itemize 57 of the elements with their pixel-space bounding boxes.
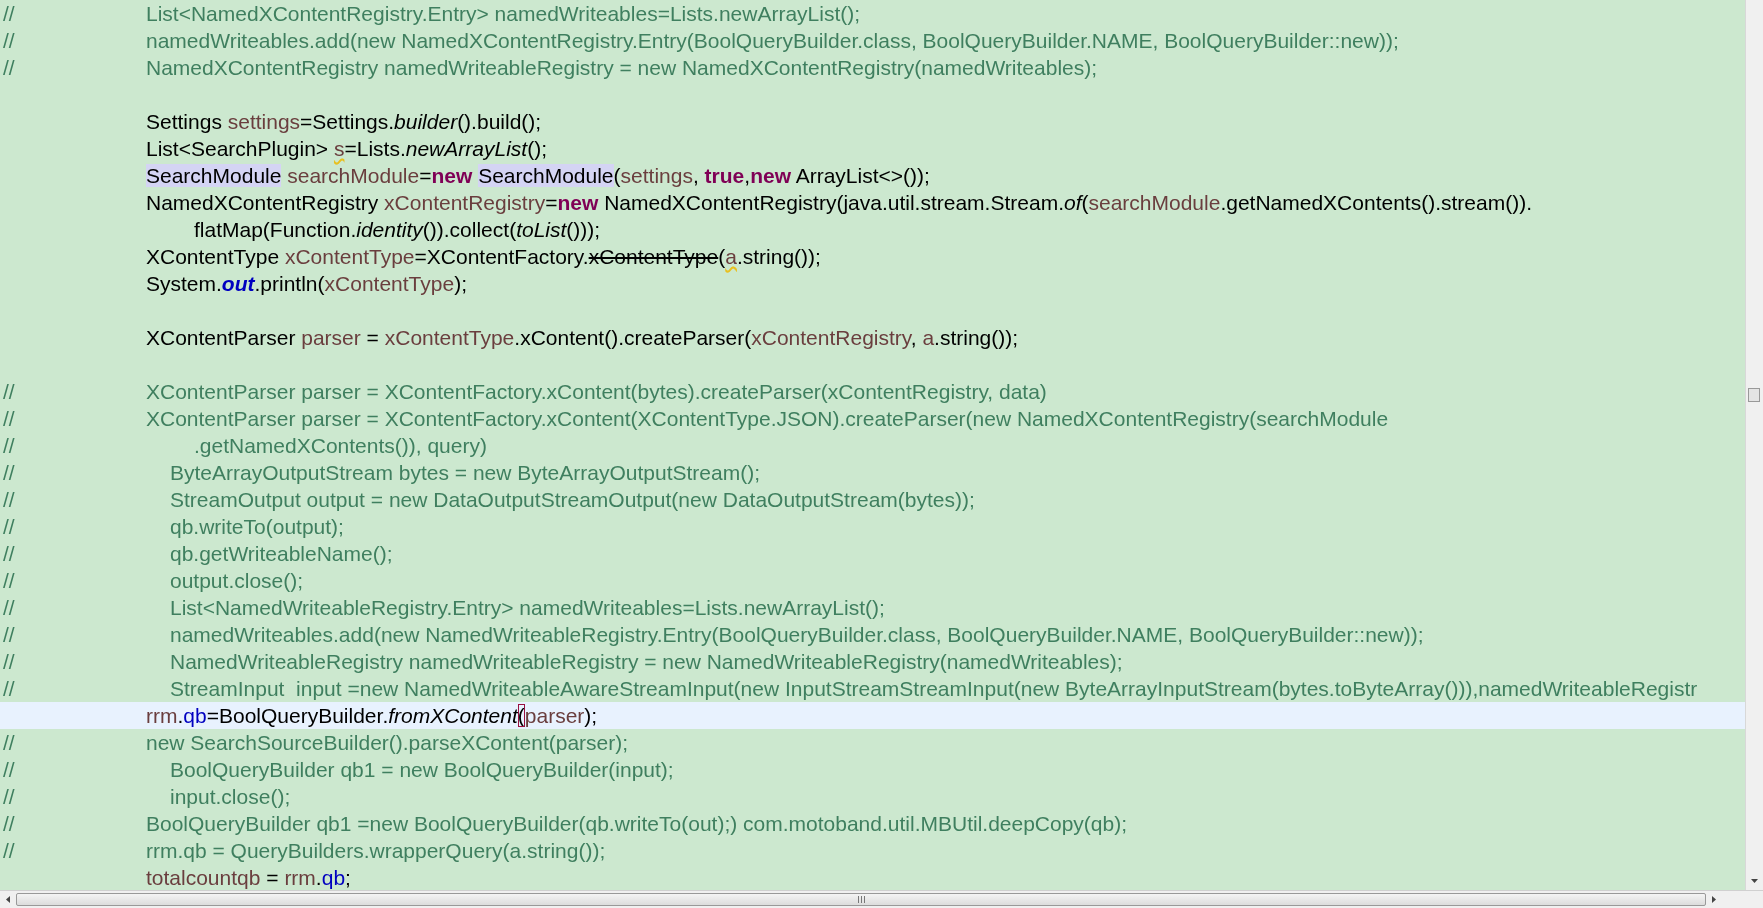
grip-icon xyxy=(857,896,865,903)
horizontal-scrollbar[interactable] xyxy=(0,890,1763,908)
comment-marker: // xyxy=(3,406,15,432)
code-line: flatMap(Function.identity()).collect(toList())); xyxy=(194,217,601,243)
comment-marker: // xyxy=(3,433,15,459)
comment-line: qb.writeTo(output); xyxy=(170,514,344,540)
comment-marker: // xyxy=(3,811,15,837)
comment-line: ByteArrayOutputStream bytes = new ByteArrayOutputStream(); xyxy=(170,460,760,486)
comment-line: StreamInput input =new NamedWriteableAwareStreamInput(new InputStreamStreamInput(new ByteArrayInputStream(bytes.toByteArray())),namedWriteableRegistr xyxy=(170,676,1698,702)
scroll-down-arrow-icon[interactable] xyxy=(1751,879,1758,883)
comment-marker: // xyxy=(3,568,15,594)
comment-marker: // xyxy=(3,649,15,675)
comment-marker: // xyxy=(3,55,15,81)
comment-line: NamedWriteableRegistry namedWriteableRegistry = new NamedWriteableRegistry(namedWriteables); xyxy=(170,649,1123,675)
scroll-left-arrow-icon[interactable] xyxy=(6,896,10,903)
comment-line: NamedXContentRegistry namedWriteableRegistry = new NamedXContentRegistry(namedWriteables); xyxy=(146,55,1098,81)
comment-marker: // xyxy=(3,595,15,621)
comment-marker: // xyxy=(3,676,15,702)
comment-marker: // xyxy=(3,622,15,648)
comment-line: XContentParser parser = XContentFactory.xContent(bytes).createParser(xContentRegistry, data) xyxy=(146,379,1047,405)
code-line: List<SearchPlugin> s=Lists.newArrayList(); xyxy=(146,136,547,162)
comment-line: StreamOutput output = new DataOutputStreamOutput(new DataOutputStream(bytes)); xyxy=(170,487,975,513)
code-line: Settings settings=Settings.builder().build(); xyxy=(146,109,542,135)
comment-marker: // xyxy=(3,487,15,513)
code-line: System.out.println(xContentType); xyxy=(146,271,467,297)
scrollbar-thumb[interactable] xyxy=(16,893,1706,906)
comment-marker: // xyxy=(3,541,15,567)
comment-marker: // xyxy=(3,757,15,783)
comment-line: .getNamedXContents()), query) xyxy=(194,433,487,459)
code-line: totalcountqb = rrm.qb; xyxy=(146,865,351,890)
comment-line: namedWriteables.add(new NamedXContentRegistry.Entry(BoolQueryBuilder.class, BoolQueryBuilder.NAME, BoolQueryBuilder::new)); xyxy=(146,28,1399,54)
comment-line: List<NamedXContentRegistry.Entry> namedWriteables=Lists.newArrayList(); xyxy=(146,1,861,27)
comment-marker: // xyxy=(3,514,15,540)
comment-line: BoolQueryBuilder qb1 =new BoolQueryBuilder(qb.writeTo(out);) com.motoband.util.MBUtil.deepCopy(qb); xyxy=(146,811,1128,837)
comment-marker: // xyxy=(3,784,15,810)
scrollbar-thumb[interactable] xyxy=(1748,388,1760,402)
comment-marker: // xyxy=(3,460,15,486)
comment-line: rrm.qb = QueryBuilders.wrapperQuery(a.string()); xyxy=(146,838,606,864)
code-line: NamedXContentRegistry xContentRegistry=new NamedXContentRegistry(java.util.stream.Stream.of(searchModule.getNamedXContents().stream()). xyxy=(146,190,1532,216)
comment-line: namedWriteables.add(new NamedWriteableRegistry.Entry(BoolQueryBuilder.class, BoolQueryBuilder.NAME, BoolQueryBuilder::new)); xyxy=(170,622,1424,648)
code-line: XContentType xContentType=XContentFactory.xContentType(a.string()); xyxy=(146,244,821,270)
comment-line: input.close(); xyxy=(170,784,291,810)
comment-marker: // xyxy=(3,730,15,756)
scroll-right-arrow-icon[interactable] xyxy=(1712,896,1716,903)
comment-marker: // xyxy=(3,28,15,54)
comment-marker: // xyxy=(3,1,15,27)
code-line: SearchModule searchModule=new SearchModule(settings, true,new ArrayList<>()); xyxy=(146,163,930,189)
vertical-scrollbar[interactable] xyxy=(1745,0,1763,890)
comment-marker: // xyxy=(3,379,15,405)
comment-line: output.close(); xyxy=(170,568,304,594)
comment-line: List<NamedWriteableRegistry.Entry> namedWriteables=Lists.newArrayList(); xyxy=(170,595,885,621)
comment-marker: // xyxy=(3,838,15,864)
code-line: XContentParser parser = xContentType.xContent().createParser(xContentRegistry, a.string()); xyxy=(146,325,1019,351)
comment-line: BoolQueryBuilder qb1 = new BoolQueryBuilder(input); xyxy=(170,757,674,783)
comment-line: qb.getWriteableName(); xyxy=(170,541,393,567)
comment-line: new SearchSourceBuilder().parseXContent(parser); xyxy=(146,730,629,756)
comment-line: XContentParser parser = XContentFactory.xContent(XContentType.JSON).createParser(new NamedXContentRegistry(searchModule xyxy=(146,406,1389,432)
